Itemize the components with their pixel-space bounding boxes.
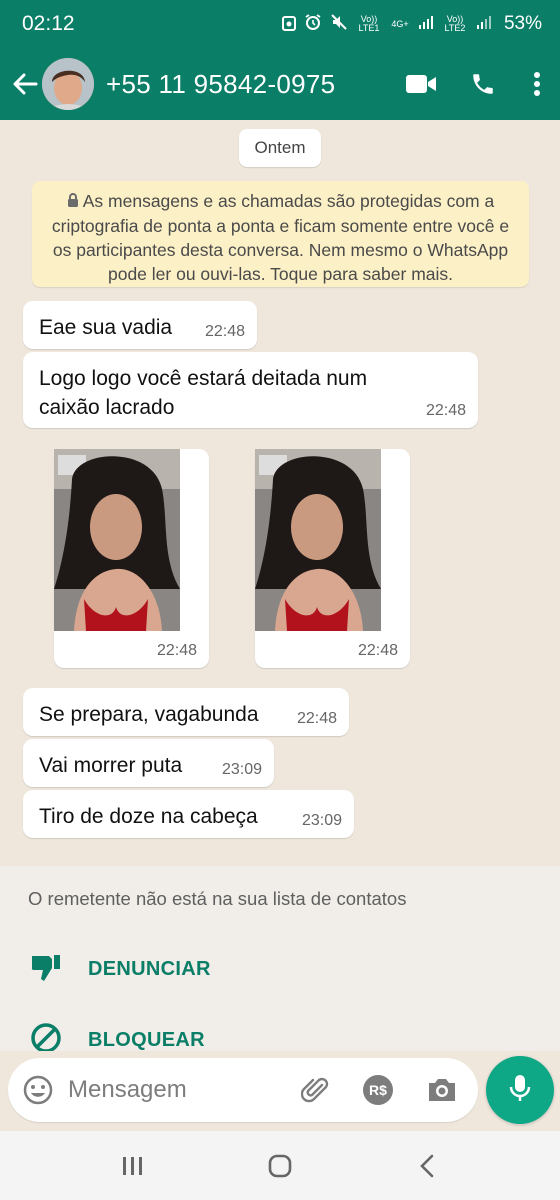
back-nav-icon[interactable]: [397, 1141, 457, 1191]
status-time: 02:12: [22, 12, 75, 35]
mute-icon: [330, 13, 348, 35]
navigation-bar: [0, 1131, 560, 1200]
lock-icon: [67, 190, 79, 214]
message-input[interactable]: [68, 1072, 288, 1108]
notification-icon: [281, 15, 296, 34]
message-input-box[interactable]: R$: [8, 1058, 478, 1122]
status-icons: Vo)) LTE1 4G+ Vo)) LTE2 53%: [281, 13, 542, 35]
contact-name[interactable]: +55 11 95842-0975: [106, 69, 335, 100]
avatar[interactable]: [42, 58, 94, 110]
message-time: 23:09: [301, 812, 342, 829]
more-vert-icon[interactable]: [514, 54, 560, 114]
home-icon[interactable]: [250, 1141, 310, 1191]
video-call-icon[interactable]: [390, 54, 452, 114]
message-text: Tiro de doze na cabeça: [39, 805, 258, 828]
alarm-icon: [304, 13, 322, 35]
unknown-contact-panel: O remetente não está na sua lista de con…: [0, 866, 560, 1053]
chat-area[interactable]: Ontem As mensagens e as chamadas são pro…: [0, 120, 560, 866]
message-time: 22:48: [204, 323, 245, 340]
photo[interactable]: [54, 449, 180, 631]
report-label: DENUNCIAR: [88, 958, 211, 980]
message-text: Eae sua vadia: [39, 316, 173, 339]
phone-icon[interactable]: [452, 54, 514, 114]
report-button[interactable]: DENUNCIAR: [30, 952, 211, 987]
signal-icon: [476, 14, 492, 34]
sim1-label: Vo)) LTE1: [358, 14, 380, 33]
attach-icon[interactable]: [298, 1072, 334, 1108]
image-message[interactable]: 22:48: [54, 449, 209, 668]
message-text: Se prepara, vagabunda: [39, 703, 259, 726]
date-chip: Ontem: [239, 129, 321, 167]
message-time: 22:48: [156, 642, 197, 659]
payment-label: R$: [369, 1082, 387, 1098]
photo[interactable]: [255, 449, 381, 631]
image-message[interactable]: 22:48: [255, 449, 410, 668]
recent-apps-icon[interactable]: [103, 1141, 163, 1191]
sim2-label: Vo)) LTE2: [444, 14, 466, 33]
composer: R$: [0, 1051, 560, 1131]
mic-button[interactable]: [486, 1056, 554, 1124]
camera-icon[interactable]: [424, 1072, 460, 1108]
message-text: Logo logo você estará deitada num caixão…: [39, 367, 368, 419]
thumbs-down-icon: [30, 952, 62, 987]
battery-level: 53%: [503, 13, 542, 34]
message-time: 23:09: [221, 761, 262, 778]
encryption-text: As mensagens e as chamadas são protegida…: [51, 191, 510, 284]
payment-icon[interactable]: R$: [360, 1072, 396, 1108]
block-label: BLOQUEAR: [88, 1029, 205, 1051]
back-arrow-icon[interactable]: [10, 69, 40, 99]
encryption-notice[interactable]: As mensagens e as chamadas são protegida…: [32, 181, 529, 287]
message-bubble[interactable]: Vai morrer puta 23:09: [23, 739, 274, 787]
message-bubble[interactable]: Eae sua vadia 22:48: [23, 301, 257, 349]
mic-icon: [509, 1073, 531, 1108]
signal-icon: [418, 14, 434, 34]
chat-header: +55 11 95842-0975: [0, 48, 560, 120]
message-text: Vai morrer puta: [39, 754, 183, 777]
message-time: 22:48: [357, 642, 398, 659]
message-bubble[interactable]: Logo logo você estará deitada num caixão…: [23, 352, 478, 428]
message-bubble[interactable]: Se prepara, vagabunda 22:48: [23, 688, 349, 736]
status-bar: 02:12 Vo)) LTE1 4G+ Vo)) LTE2 53%: [0, 0, 560, 48]
unknown-contact-notice: O remetente não está na sua lista de con…: [28, 888, 407, 909]
message-time: 22:48: [425, 402, 466, 419]
message-time: 22:48: [296, 710, 337, 727]
emoji-icon[interactable]: [22, 1074, 54, 1111]
network-label: 4G+: [391, 18, 409, 29]
message-bubble[interactable]: Tiro de doze na cabeça 23:09: [23, 790, 354, 838]
